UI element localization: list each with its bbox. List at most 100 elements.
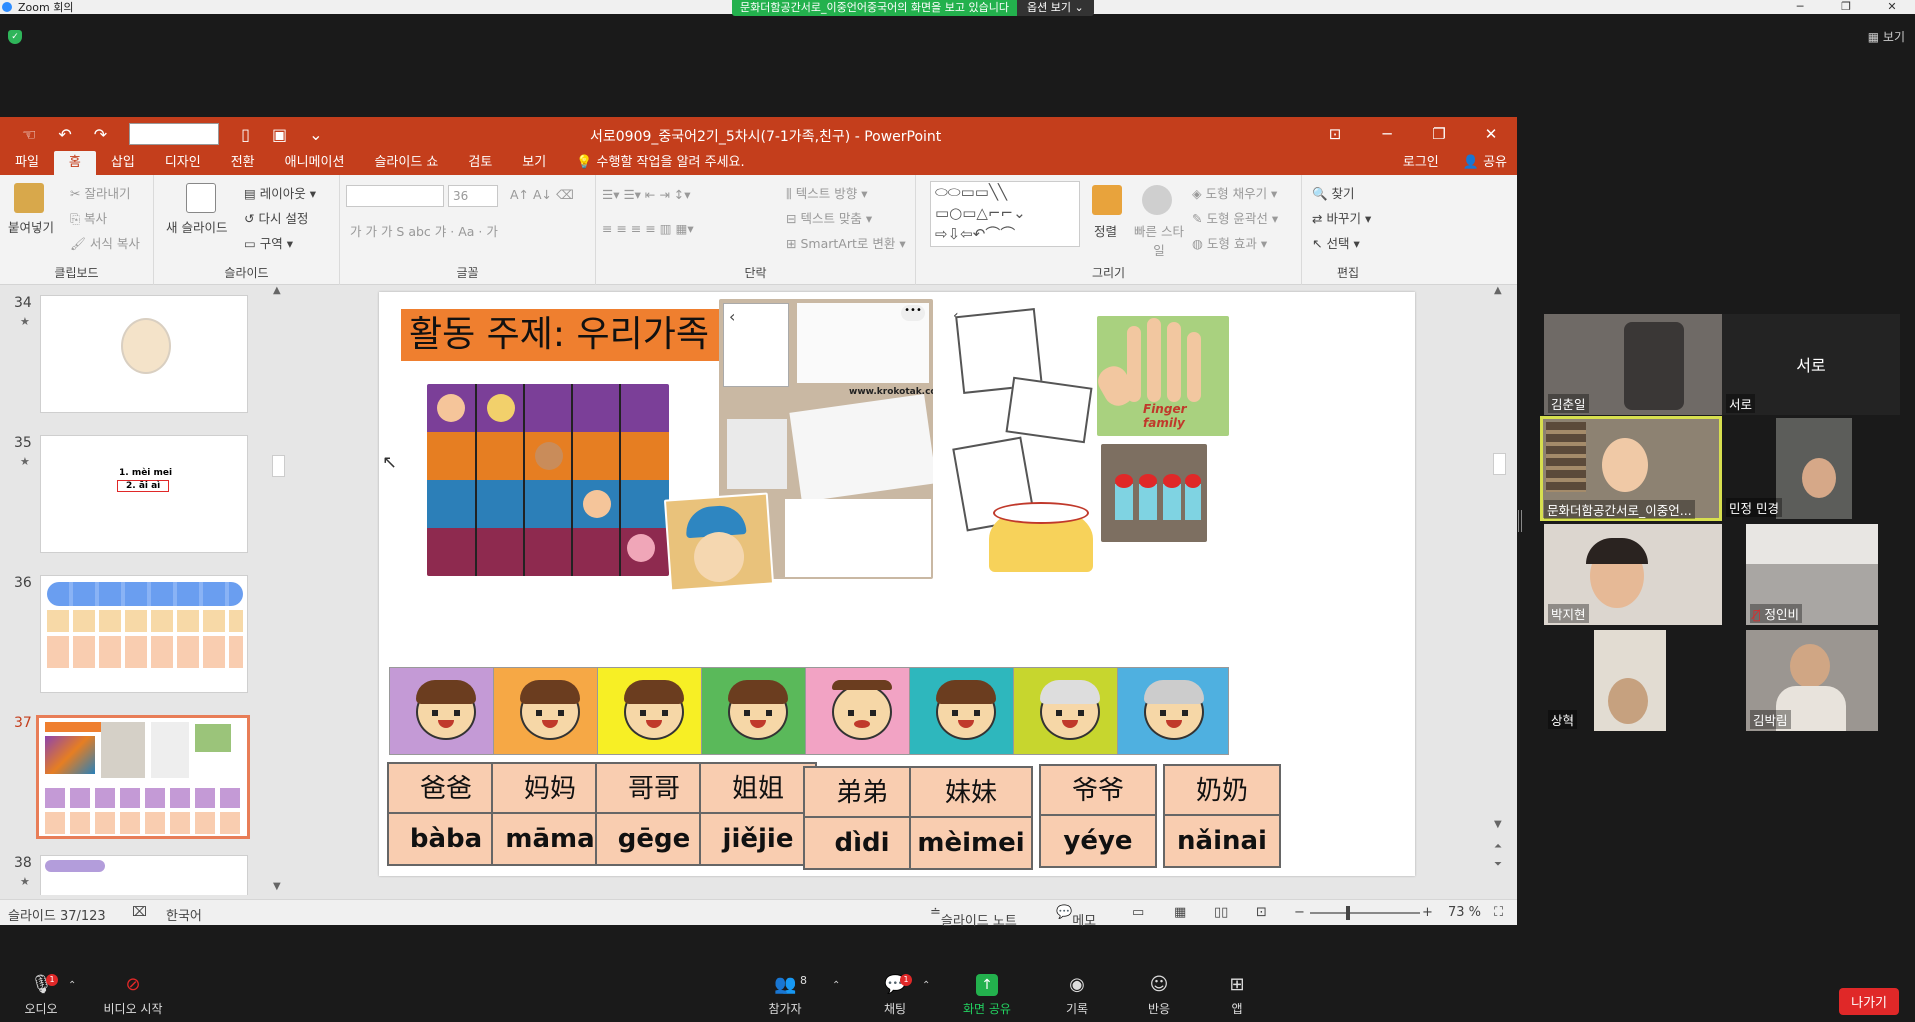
tab-review[interactable]: 검토 xyxy=(453,151,507,175)
reactions-button[interactable]: ☺ 반응 xyxy=(1124,972,1194,1017)
thumbnail-image[interactable] xyxy=(40,295,248,413)
zoom-level[interactable]: 73 % xyxy=(1448,905,1481,920)
shape-outline-button[interactable]: ✎ 도형 윤곽선 ▾ xyxy=(1192,208,1278,227)
paste-button[interactable]: 붙여넣기 xyxy=(8,217,54,236)
save-icon[interactable]: ▣ xyxy=(272,125,287,144)
spellcheck-icon[interactable]: ⌧ xyxy=(132,905,147,920)
tab-transitions[interactable]: 전환 xyxy=(216,151,270,175)
tab-animations[interactable]: 애니메이션 xyxy=(270,151,360,175)
shapes-gallery[interactable]: ⬭⬭▭▭╲╲ ▭○▭△⌐⌐⌄ ⇨⇩⇦↶⌒⌒ xyxy=(930,181,1080,247)
zoom-slider-thumb[interactable] xyxy=(1346,906,1350,920)
tab-design[interactable]: 디자인 xyxy=(150,151,216,175)
gallery-resize-handle[interactable] xyxy=(1518,510,1522,532)
participants-button[interactable]: 👥 8 참가자 xyxy=(750,972,820,1017)
ribbon-display-icon[interactable]: ⊡ xyxy=(1309,117,1361,151)
paste-icon[interactable] xyxy=(14,183,44,213)
reading-view-icon[interactable]: ▯▯ xyxy=(1214,905,1228,920)
view-options-button[interactable]: 옵션 보기 ⌄ xyxy=(1017,0,1094,16)
normal-view-icon[interactable]: ▭ xyxy=(1132,905,1144,920)
editor-scroll-down-icon[interactable]: ▼ xyxy=(1494,819,1502,830)
language-indicator[interactable]: 한국어 xyxy=(166,905,202,924)
audio-button[interactable]: 🎙 1 오디오 xyxy=(6,972,76,1017)
participants-chevron-icon[interactable]: ⌃ xyxy=(832,980,840,991)
text-direction-button[interactable]: ⫼ 텍스트 방향 ▾ xyxy=(786,183,867,202)
font-name-box[interactable] xyxy=(346,185,444,207)
font-format-icons[interactable]: 가 가 가 S abc 갸 · Aa · 가 xyxy=(350,221,498,240)
tab-home[interactable]: 홈 xyxy=(53,151,96,175)
undo-icon[interactable]: ↶ xyxy=(58,125,71,144)
redo-icon[interactable]: ↷ xyxy=(94,125,107,144)
list-icons[interactable]: ☰▾ ☰▾ ⇤ ⇥ ↕▾ xyxy=(602,187,691,202)
cut-button[interactable]: ✂ 잘라내기 xyxy=(70,183,130,202)
quick-styles-button[interactable]: 빠른 스타일 xyxy=(1134,221,1184,259)
security-shield-icon[interactable]: ✓ xyxy=(8,30,22,44)
layout-button[interactable]: ▤ 레이아웃 ▾ xyxy=(244,183,316,202)
audio-options-chevron-icon[interactable]: ⌃ xyxy=(68,980,76,991)
tab-slideshow[interactable]: 슬라이드 쇼 xyxy=(359,151,453,175)
maximize-icon[interactable]: ❐ xyxy=(1823,0,1869,14)
zoom-out-icon[interactable]: − xyxy=(1294,905,1305,920)
thumbnail-scroll-thumb[interactable] xyxy=(272,455,285,477)
quick-styles-icon[interactable] xyxy=(1142,185,1172,215)
editor-scrollbar[interactable]: ▲ ▼ ⏶ ⏷ xyxy=(1493,285,1507,895)
prev-slide-icon[interactable]: ⏶ xyxy=(1494,841,1502,852)
minimize-icon[interactable]: ─ xyxy=(1777,0,1823,14)
participant-tile-6[interactable]: 🎙̸ 정인비 xyxy=(1746,524,1878,625)
scroll-down-icon[interactable]: ▼ xyxy=(273,881,281,892)
notes-button[interactable]: ≐ 슬라이드 노트 xyxy=(930,905,1017,929)
section-button[interactable]: ▭ 구역 ▾ xyxy=(244,233,293,252)
share-button[interactable]: 👤 공유 xyxy=(1463,151,1507,175)
participant-tile-4[interactable]: 민정 민경 xyxy=(1722,418,1900,519)
slide-canvas[interactable]: 활동 주제: 우리가족 www.krokotak.com ‹ ••• xyxy=(379,292,1415,876)
thumbnail-image-active[interactable] xyxy=(36,715,250,839)
arrange-icon[interactable] xyxy=(1092,185,1122,215)
comments-button[interactable]: 💬 메모 xyxy=(1056,905,1096,929)
tab-view[interactable]: 보기 xyxy=(507,151,561,175)
editor-scroll-thumb[interactable] xyxy=(1493,453,1506,475)
chat-button[interactable]: 💬 1 채팅 xyxy=(860,972,930,1017)
thumbnail-scrollbar[interactable]: ▲ ▼ xyxy=(272,285,286,895)
slideshow-view-icon[interactable]: ⊡ xyxy=(1256,905,1267,920)
apps-button[interactable]: ⊞ 앱 xyxy=(1202,972,1272,1017)
zoom-slider[interactable] xyxy=(1310,912,1420,914)
participant-tile-2[interactable]: 서로 서로 xyxy=(1722,314,1900,415)
format-painter-button[interactable]: 🖌 서식 복사 xyxy=(70,233,140,252)
new-slide-button[interactable]: 새 슬라이드 xyxy=(166,217,227,236)
participant-tile-8[interactable]: 김박림 xyxy=(1746,630,1878,731)
start-video-button[interactable]: ⊘ 비디오 시작 xyxy=(98,972,168,1017)
shape-fill-button[interactable]: ◈ 도형 채우기 ▾ xyxy=(1192,183,1277,202)
align-text-button[interactable]: ⊟ 텍스트 맞춤 ▾ xyxy=(786,208,872,227)
editor-scroll-up-icon[interactable]: ▲ xyxy=(1494,285,1502,296)
smartart-button[interactable]: ⊞ SmartArt로 변환 ▾ xyxy=(786,233,906,252)
slide-title[interactable]: 활동 주제: 우리가족 xyxy=(401,309,769,361)
arrange-button[interactable]: 정렬 xyxy=(1094,221,1117,240)
slide-sorter-icon[interactable]: ▦ xyxy=(1174,905,1186,920)
scroll-up-icon[interactable]: ▲ xyxy=(273,285,281,296)
new-file-icon[interactable]: ▯ xyxy=(241,125,250,144)
ppt-restore-icon[interactable]: ❐ xyxy=(1413,117,1465,151)
tab-insert[interactable]: 삽입 xyxy=(96,151,150,175)
participant-tile-3[interactable]: 문화더함공간서로_이중언... xyxy=(1540,416,1722,521)
participant-tile-7[interactable]: 상혁 xyxy=(1544,630,1722,731)
leave-meeting-button[interactable]: 나가기 xyxy=(1839,988,1899,1015)
new-slide-icon[interactable] xyxy=(186,183,216,213)
thumbnail-image[interactable]: 1. mèi mei 2. āi aì xyxy=(40,435,248,553)
login-link[interactable]: 로그인 xyxy=(1403,151,1439,175)
reset-button[interactable]: ↺ 다시 설정 xyxy=(244,208,308,227)
chat-chevron-icon[interactable]: ⌃ xyxy=(922,980,930,991)
share-screen-button[interactable]: ↑ 화면 공유 xyxy=(952,972,1022,1017)
tab-file[interactable]: 파일 xyxy=(0,151,54,175)
close-icon[interactable]: ✕ xyxy=(1869,0,1915,14)
next-slide-icon[interactable]: ⏷ xyxy=(1494,859,1502,870)
participant-tile-5[interactable]: 박지현 xyxy=(1544,524,1722,625)
view-button[interactable]: ▦ 보기 xyxy=(1868,28,1905,45)
touch-mode-icon[interactable]: ☜ xyxy=(22,125,36,144)
participant-tile-1[interactable]: 김춘일 xyxy=(1544,314,1722,415)
thumbnail-image[interactable] xyxy=(40,855,248,895)
font-size-box[interactable]: 36 xyxy=(448,185,498,207)
fit-slide-icon[interactable]: ⛶ xyxy=(1494,905,1503,920)
replace-button[interactable]: ⇄ 바꾸기 ▾ xyxy=(1312,208,1371,227)
ppt-close-icon[interactable]: ✕ xyxy=(1465,117,1517,151)
copy-button[interactable]: ⎘ 복사 xyxy=(70,208,107,227)
align-icons[interactable]: ≡ ≡ ≡ ≡ ▥ ▦▾ xyxy=(602,221,694,236)
